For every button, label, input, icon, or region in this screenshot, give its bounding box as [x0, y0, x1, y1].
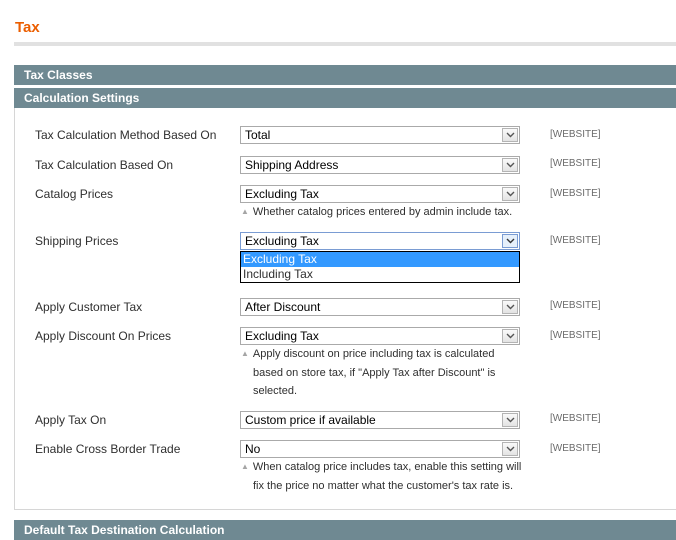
dropdown-option-including-tax[interactable]: Including Tax [241, 267, 519, 282]
chevron-down-icon [502, 300, 518, 314]
select-value: After Discount [245, 300, 321, 314]
triangle-up-icon: ▲ [241, 462, 249, 471]
note-catalog-prices: ▲ Whether catalog prices entered by admin… [241, 203, 531, 222]
label-catalog-prices: Catalog Prices [35, 187, 114, 201]
scope-label: [WEBSITE] [550, 330, 601, 341]
shipping-prices-dropdown-list: Excluding Tax Including Tax [240, 251, 520, 283]
label-enable-cross-border-trade: Enable Cross Border Trade [35, 442, 181, 456]
note-line: fix the price no matter what the custome… [253, 480, 514, 492]
select-value: Excluding Tax [245, 329, 319, 343]
select-shipping-prices[interactable]: Excluding Tax [240, 232, 520, 250]
select-value: Excluding Tax [245, 234, 319, 248]
select-enable-cross-border-trade[interactable]: No [240, 440, 520, 458]
select-tax-calculation-method[interactable]: Total [240, 126, 520, 144]
chevron-down-icon [502, 413, 518, 427]
note-cross-border-trade: ▲ When catalog price includes tax, enable… [241, 458, 531, 495]
triangle-up-icon: ▲ [241, 207, 249, 216]
chevron-down-icon [502, 329, 518, 343]
label-apply-tax-on: Apply Tax On [35, 413, 107, 427]
chevron-down-icon [502, 234, 518, 248]
note-line: based on store tax, if "Apply Tax after … [253, 367, 496, 379]
section-header-tax-classes[interactable]: Tax Classes [14, 65, 676, 85]
select-apply-customer-tax[interactable]: After Discount [240, 298, 520, 316]
scope-label: [WEBSITE] [550, 413, 601, 424]
note-apply-discount: ▲ Apply discount on price including tax i… [241, 345, 531, 400]
select-catalog-prices[interactable]: Excluding Tax [240, 185, 520, 203]
chevron-down-icon [502, 128, 518, 142]
select-value: Excluding Tax [245, 187, 319, 201]
label-apply-customer-tax: Apply Customer Tax [35, 300, 143, 314]
section-header-default-tax-destination[interactable]: Default Tax Destination Calculation [14, 520, 676, 540]
chevron-down-icon [502, 442, 518, 456]
note-line: Whether catalog prices entered by admin … [252, 206, 513, 218]
scope-label: [WEBSITE] [550, 300, 601, 311]
select-value: Total [245, 128, 271, 142]
note-line: Apply discount on price including tax is… [252, 348, 495, 360]
label-shipping-prices: Shipping Prices [35, 234, 119, 248]
label-tax-calculation-method: Tax Calculation Method Based On [35, 128, 217, 142]
dropdown-option-excluding-tax[interactable]: Excluding Tax [241, 252, 519, 267]
scope-label: [WEBSITE] [550, 235, 601, 246]
label-apply-discount-on-prices: Apply Discount On Prices [35, 329, 172, 343]
section-header-calculation-settings[interactable]: Calculation Settings [14, 88, 676, 108]
scope-label: [WEBSITE] [550, 129, 601, 140]
chevron-down-icon [502, 158, 518, 172]
select-apply-tax-on[interactable]: Custom price if available [240, 411, 520, 429]
scope-label: [WEBSITE] [550, 158, 601, 169]
select-apply-discount-on-prices[interactable]: Excluding Tax [240, 327, 520, 345]
select-value: Shipping Address [245, 158, 339, 172]
select-tax-calculation-based-on[interactable]: Shipping Address [240, 156, 520, 174]
label-tax-calculation-based-on: Tax Calculation Based On [35, 158, 174, 172]
page-title: Tax [15, 19, 40, 36]
note-line: selected. [253, 385, 298, 397]
chevron-down-icon [502, 187, 518, 201]
scope-label: [WEBSITE] [550, 443, 601, 454]
triangle-up-icon: ▲ [241, 349, 249, 358]
note-line: When catalog price includes tax, enable … [252, 461, 522, 473]
title-divider [14, 42, 676, 46]
scope-label: [WEBSITE] [550, 188, 601, 199]
select-value: Custom price if available [245, 413, 376, 427]
select-value: No [245, 442, 261, 456]
